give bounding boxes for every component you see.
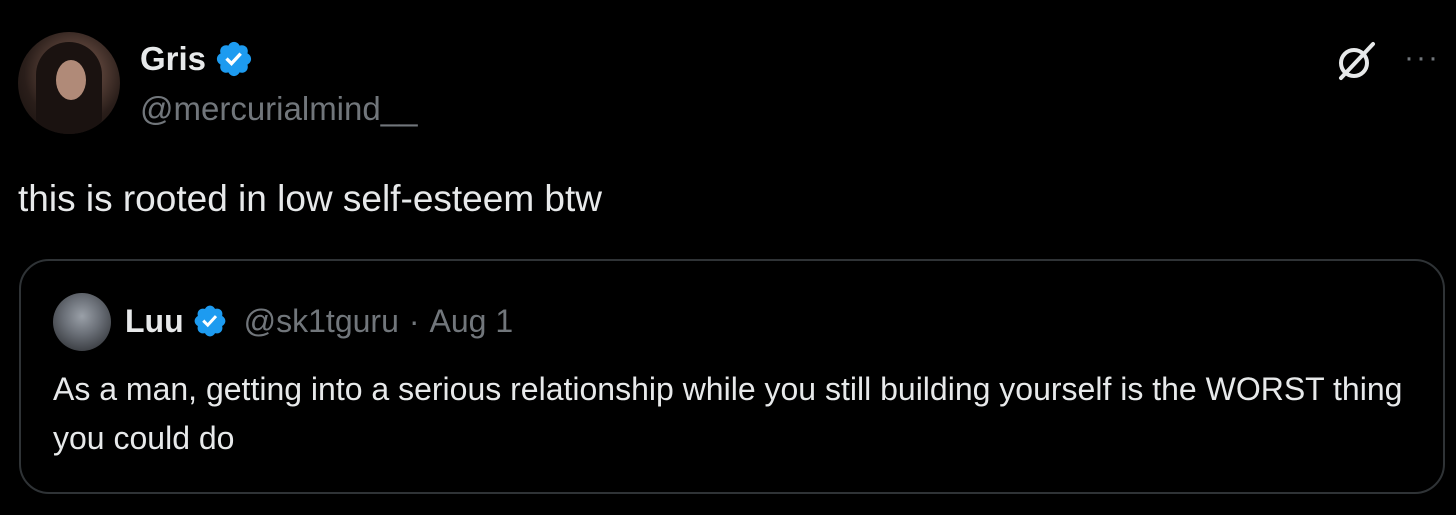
quoted-tweet-text: As a man, getting into a serious relatio…	[53, 371, 1403, 456]
author-name[interactable]: Gris	[140, 38, 206, 80]
author-avatar[interactable]	[18, 32, 120, 134]
tweet[interactable]: Gris @mercurialmind__ ··· this is rooted…	[0, 0, 1456, 515]
quoted-author-avatar[interactable]	[53, 293, 111, 351]
author-name-row[interactable]: Gris	[140, 38, 254, 80]
quoted-tweet-header: Luu @sk1tguru · Aug 1	[125, 301, 513, 341]
author-handle[interactable]: @mercurialmind__	[140, 88, 417, 130]
avatar-face	[56, 60, 86, 100]
quoted-tweet-date[interactable]: Aug 1	[430, 301, 514, 341]
quoted-tweet[interactable]: Luu @sk1tguru · Aug 1 As a man, getting …	[19, 259, 1445, 494]
more-options-icon[interactable]: ···	[1404, 43, 1444, 73]
grok-icon[interactable]	[1333, 38, 1379, 84]
separator-dot: ·	[408, 303, 420, 339]
verified-badge-icon	[194, 305, 226, 337]
verified-badge-icon	[216, 41, 252, 77]
quoted-author-name[interactable]: Luu	[125, 301, 184, 341]
tweet-text: this is rooted in low self-esteem btw	[18, 178, 603, 219]
quoted-author-handle[interactable]: @sk1tguru	[244, 301, 399, 341]
